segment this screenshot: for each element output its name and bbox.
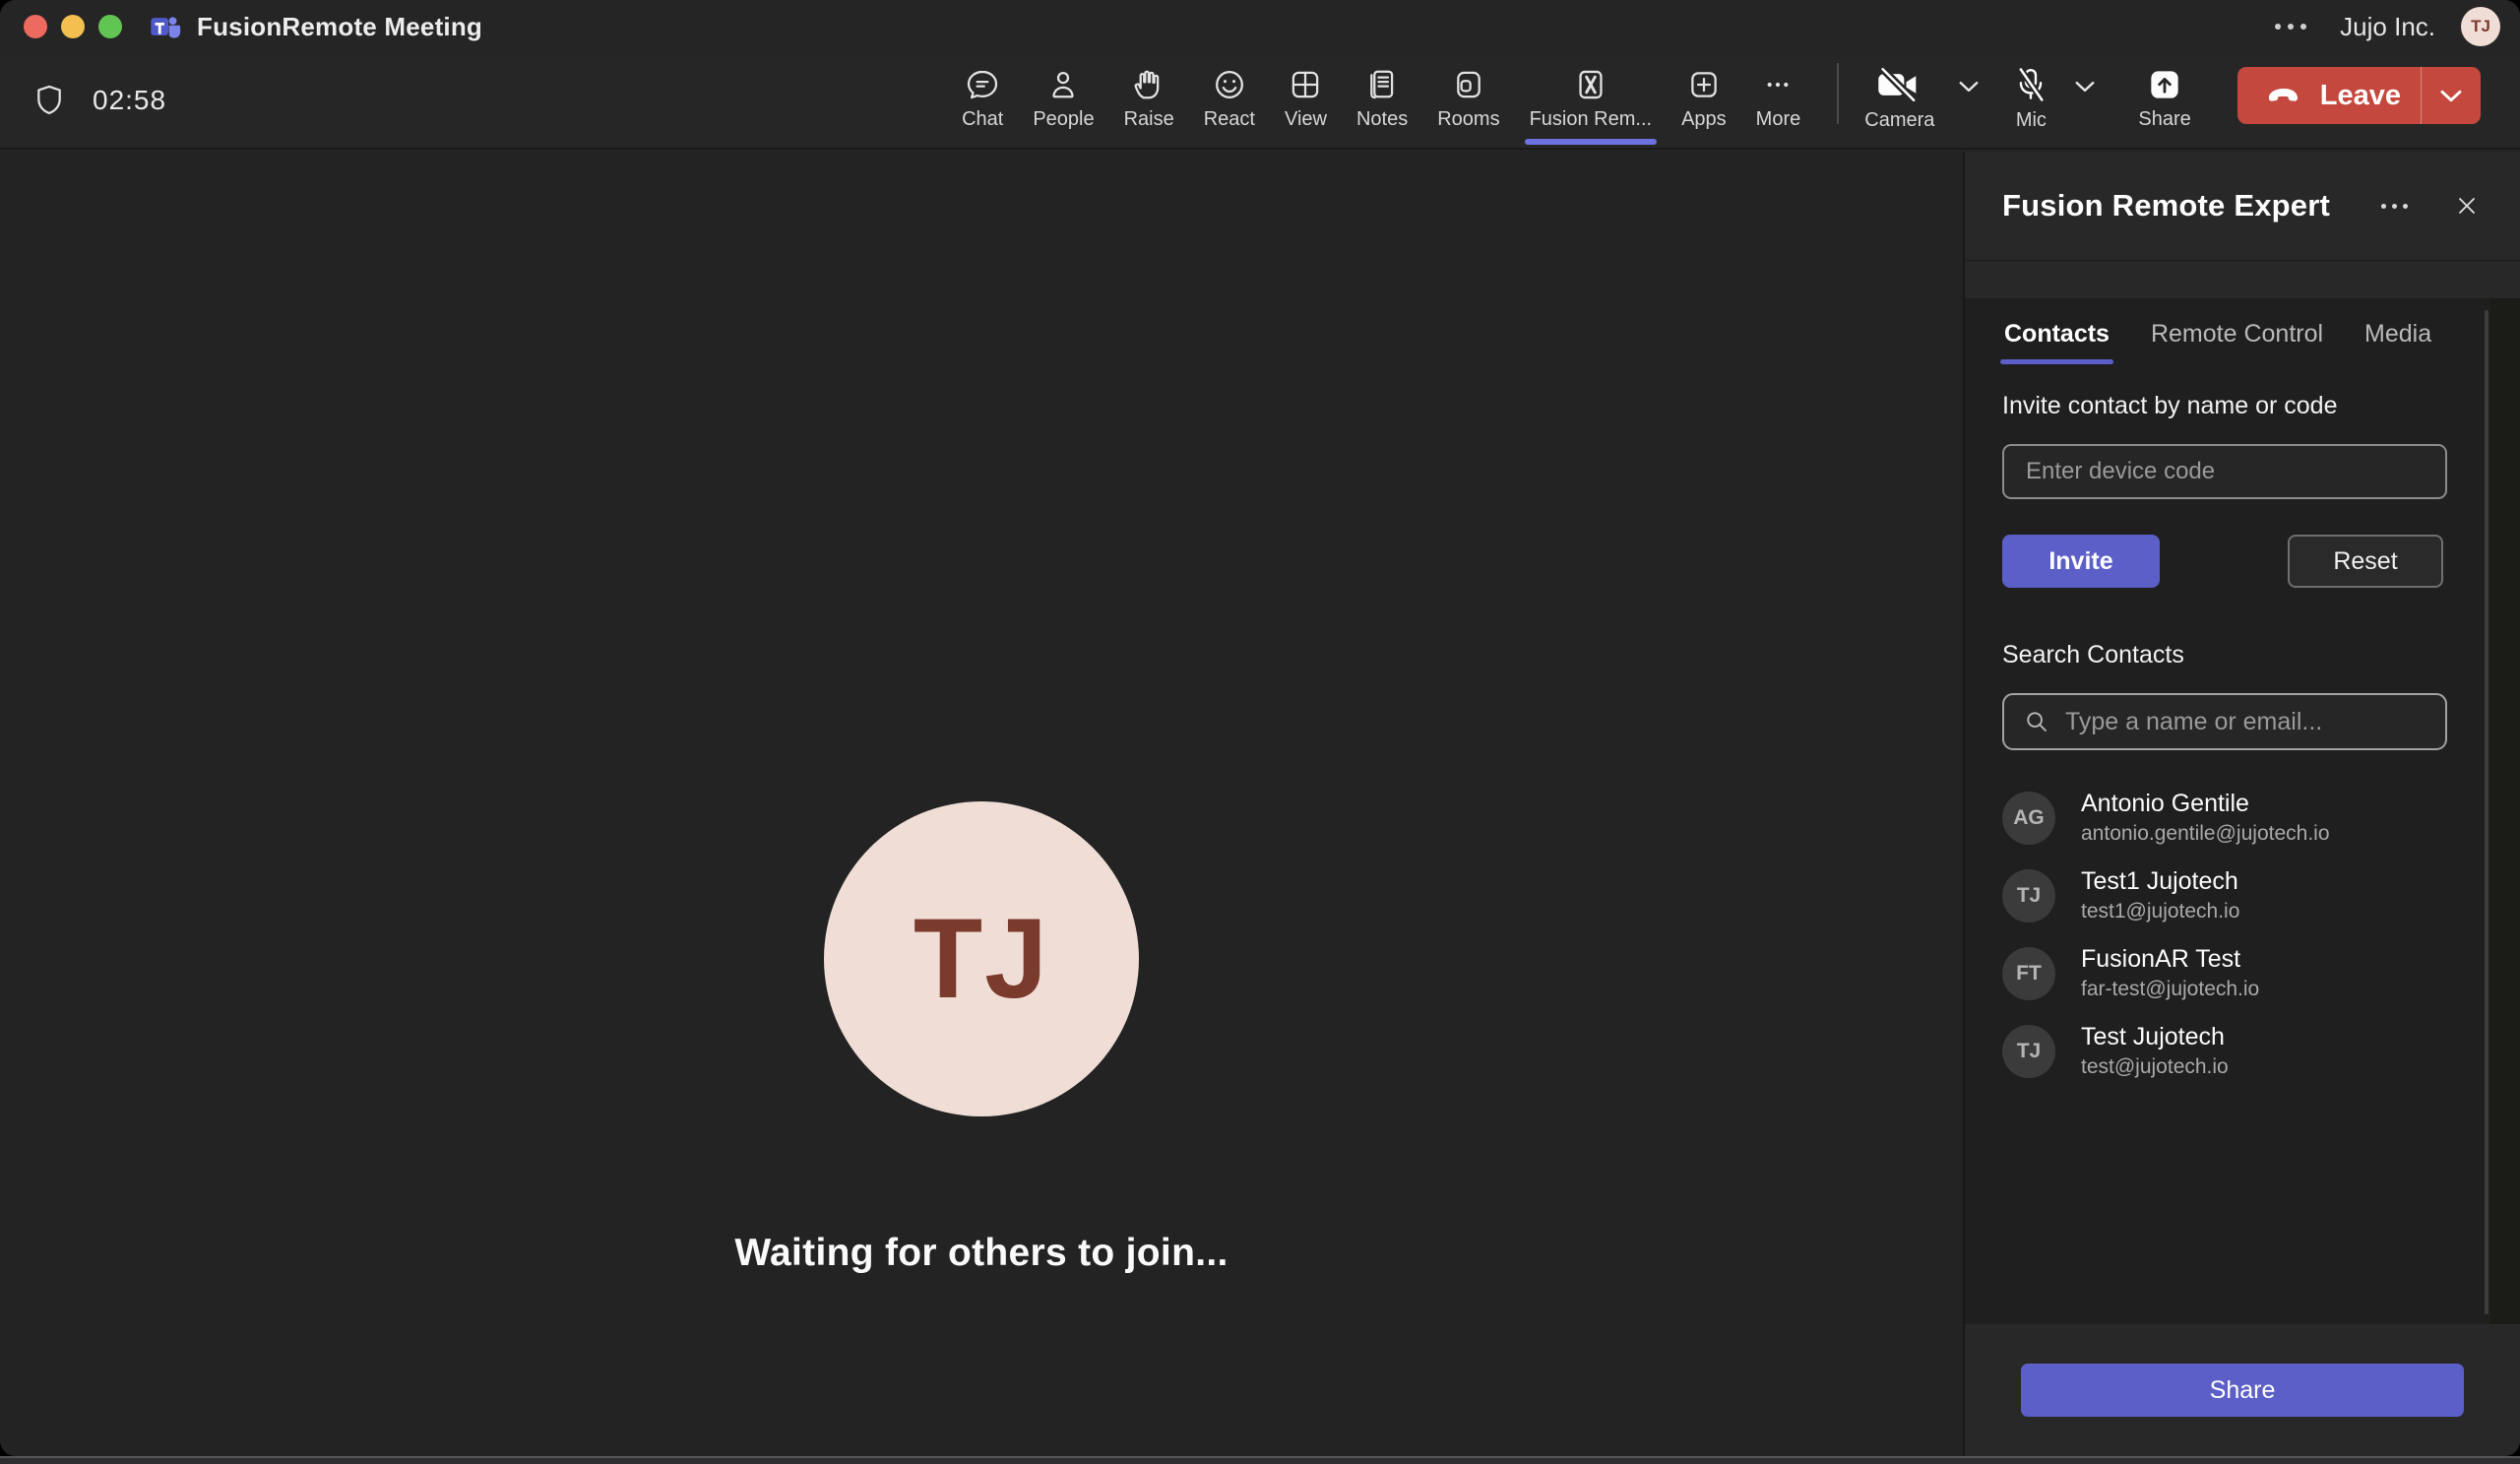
panel-header-divider	[1965, 260, 2520, 261]
participant-avatar: TJ	[824, 801, 1139, 1116]
mic-toggle-button[interactable]: Mic	[2009, 60, 2052, 142]
rooms-button[interactable]: Rooms	[1424, 60, 1512, 141]
contact-row[interactable]: TJ Test Jujotech test@jujotech.io	[2002, 1013, 2447, 1089]
hang-up-phone-icon	[2263, 82, 2304, 109]
panel-scrollbar-track[interactable]	[2490, 298, 2520, 1324]
panel-footer: Share	[1965, 1324, 2520, 1456]
toolbar-divider	[1837, 63, 1840, 124]
camera-control: Camera	[1862, 60, 1984, 142]
tab-remote-control[interactable]: Remote Control	[2149, 312, 2325, 364]
react-button[interactable]: React	[1191, 60, 1268, 141]
titlebar: FusionRemote Meeting Jujo Inc. TJ	[0, 0, 2520, 53]
user-avatar[interactable]: TJ	[2461, 7, 2500, 46]
leave-label: Leave	[2319, 79, 2401, 111]
more-button[interactable]: More	[1743, 60, 1814, 141]
contact-row[interactable]: FT FusionAR Test far-test@jujotech.io	[2002, 935, 2447, 1011]
traffic-lights	[24, 15, 122, 38]
people-icon	[1052, 71, 1075, 98]
toolbar-buttons: Chat People Raise React View Notes Rooms…	[949, 60, 1814, 145]
fusion-remote-expert-panel: Fusion Remote Expert Contacts Remote Con…	[1963, 152, 2520, 1456]
contact-search-input[interactable]	[2065, 707, 2427, 736]
view-icon	[1292, 71, 1319, 98]
more-icon	[1768, 82, 1789, 88]
camera-options-chevron-icon[interactable]	[1954, 76, 1984, 102]
contact-email: antonio.gentile@jujotech.io	[2081, 822, 2330, 845]
window-title: FusionRemote Meeting	[197, 11, 483, 41]
contact-name: Test Jujotech	[2081, 1023, 2225, 1050]
leave-button[interactable]: Leave	[2236, 67, 2481, 124]
mic-options-chevron-icon[interactable]	[2070, 76, 2100, 102]
contact-email: test1@jujotech.io	[2081, 900, 2240, 923]
notes-button[interactable]: Notes	[1344, 60, 1420, 141]
panel-share-button[interactable]: Share	[2021, 1364, 2464, 1417]
teams-logo-icon	[150, 13, 181, 41]
contact-avatar: TJ	[2002, 868, 2055, 923]
apps-icon	[1691, 72, 1717, 97]
raise-hand-icon	[1134, 70, 1160, 99]
contact-avatar: TJ	[2002, 1024, 2055, 1078]
timer-text: 02:58	[93, 85, 167, 115]
panel-title: Fusion Remote Expert	[2002, 188, 2330, 223]
panel-content: Contacts Remote Control Media Invite con…	[1965, 298, 2520, 1324]
view-button[interactable]: View	[1272, 60, 1340, 141]
invite-section-label: Invite contact by name or code	[2002, 392, 2338, 419]
waiting-message: Waiting for others to join...	[734, 1232, 1228, 1274]
meeting-stage: TJ Waiting for others to join...	[0, 152, 1963, 1456]
search-icon	[2022, 707, 2051, 736]
fusion-remote-app-button[interactable]: Fusion Rem...	[1517, 60, 1665, 145]
shield-icon	[32, 83, 67, 118]
panel-scrollbar-thumb[interactable]	[2485, 310, 2488, 1314]
contact-list: AG Antonio Gentile antonio.gentile@jujot…	[2002, 780, 2447, 1089]
contact-name: Antonio Gentile	[2081, 790, 2249, 817]
chat-icon	[968, 70, 998, 99]
tab-media[interactable]: Media	[2362, 312, 2433, 364]
contact-avatar: AG	[2002, 791, 2055, 845]
minimize-window-button[interactable]	[61, 15, 85, 38]
app-identity: FusionRemote Meeting	[150, 12, 482, 42]
share-screen-icon	[2151, 71, 2178, 98]
notes-icon	[1370, 70, 1394, 99]
camera-toggle-button[interactable]: Camera	[1862, 60, 1936, 142]
share-screen-button[interactable]: Share	[2125, 60, 2203, 141]
apps-button[interactable]: Apps	[1669, 60, 1739, 141]
chat-button[interactable]: Chat	[949, 60, 1016, 141]
tab-contacts[interactable]: Contacts	[2000, 312, 2113, 364]
rooms-icon	[1457, 71, 1480, 98]
fusion-remote-icon	[1579, 70, 1603, 99]
invite-actions: Invite Reset	[2002, 535, 2443, 588]
meeting-timer: 02:58	[32, 83, 166, 118]
device-code-input[interactable]	[2002, 444, 2447, 499]
mic-control: Mic	[2009, 60, 2100, 142]
search-section-label: Search Contacts	[2002, 641, 2184, 668]
background-window-edge	[0, 1456, 2520, 1464]
panel-tabs: Contacts Remote Control Media	[2000, 312, 2447, 364]
contact-name: Test1 Jujotech	[2081, 867, 2238, 895]
contact-email: far-test@jujotech.io	[2081, 978, 2260, 1000]
panel-header: Fusion Remote Expert	[1965, 152, 2520, 260]
zoom-window-button[interactable]	[98, 15, 122, 38]
meeting-toolbar: 02:58 Chat People Raise React View Notes…	[0, 53, 2520, 150]
invite-button[interactable]: Invite	[2002, 535, 2160, 588]
panel-more-icon[interactable]	[2373, 196, 2416, 217]
titlebar-more-icon[interactable]	[2267, 16, 2314, 37]
contact-email: test@jujotech.io	[2081, 1055, 2229, 1078]
react-icon	[1215, 71, 1243, 98]
org-name: Jujo Inc.	[2340, 11, 2435, 41]
contact-row[interactable]: AG Antonio Gentile antonio.gentile@jujot…	[2002, 780, 2447, 856]
leave-options-chevron-icon[interactable]	[2422, 67, 2481, 124]
contact-row[interactable]: TJ Test1 Jujotech test1@jujotech.io	[2002, 858, 2447, 933]
panel-close-icon[interactable]	[2443, 182, 2490, 229]
contact-name: FusionAR Test	[2081, 945, 2241, 973]
mic-off-icon	[2018, 67, 2046, 101]
raise-hand-button[interactable]: Raise	[1111, 60, 1187, 141]
reset-button[interactable]: Reset	[2288, 535, 2443, 588]
contact-search-box	[2002, 693, 2447, 750]
people-button[interactable]: People	[1020, 60, 1106, 141]
meeting-window: FusionRemote Meeting Jujo Inc. TJ 02:58	[0, 0, 2520, 1456]
contact-avatar: FT	[2002, 946, 2055, 1000]
close-window-button[interactable]	[24, 15, 47, 38]
camera-off-icon	[1878, 66, 1917, 102]
